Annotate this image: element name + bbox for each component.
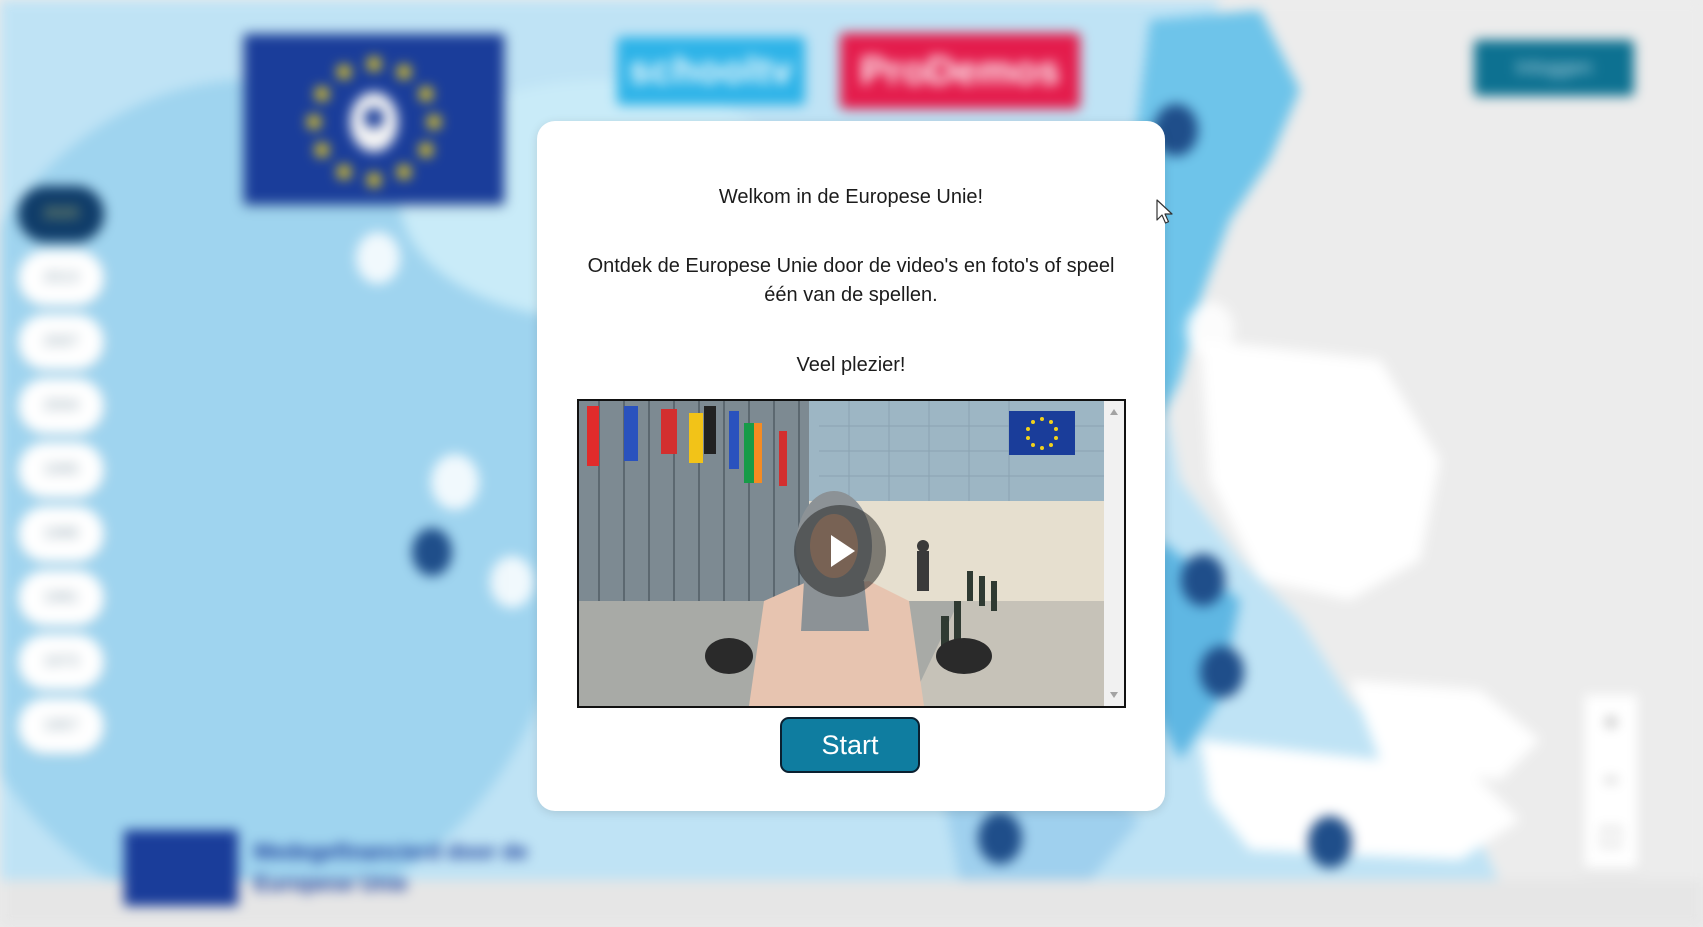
year-button[interactable]: 2013: [18, 250, 104, 306]
prodemos-logo: ProDemos: [840, 33, 1080, 109]
video-scrollbar[interactable]: [1104, 401, 1124, 706]
eu-logo-flag: [244, 34, 504, 204]
welcome-dialog: Welkom in de Europese Unie! Ontdek de Eu…: [537, 121, 1165, 811]
zoom-in-button[interactable]: +: [1583, 694, 1639, 752]
year-button[interactable]: 2004: [18, 378, 104, 434]
year-button[interactable]: 2007: [18, 314, 104, 370]
year-button[interactable]: 1995: [18, 442, 104, 498]
closing-text: Veel plezier!: [796, 354, 906, 376]
fullscreen-button[interactable]: ⛶: [1583, 810, 1639, 868]
zoom-out-button[interactable]: −: [1583, 752, 1639, 810]
year-timeline: 2020 2013 2007 2004 1995 1986 1981 1973 …: [18, 186, 106, 762]
map-zoom-controls: + − ⛶: [1583, 694, 1639, 870]
year-button[interactable]: 2020: [18, 186, 104, 242]
year-button[interactable]: 1973: [18, 634, 104, 690]
scroll-down-icon[interactable]: [1110, 692, 1118, 698]
year-button[interactable]: 1986: [18, 506, 104, 562]
scroll-up-icon[interactable]: [1110, 409, 1118, 415]
cofunded-text: Medegefinancierd door de Europese Unie: [254, 839, 528, 896]
start-button[interactable]: Start: [780, 717, 920, 773]
app-screen: schooltv ProDemos Inloggen 2020 2013 200…: [0, 0, 1703, 927]
intro-text: Ontdek de Europese Unie door de video's …: [587, 255, 1115, 306]
play-icon: [831, 535, 855, 567]
schooltv-logo: schooltv: [617, 37, 805, 105]
eu-flag-icon: [124, 830, 238, 906]
eu-cofunded-banner: Medegefinancierd door de Europese Unie: [124, 830, 544, 908]
play-button[interactable]: [794, 505, 886, 597]
intro-video[interactable]: [577, 399, 1126, 708]
login-button[interactable]: Inloggen: [1474, 40, 1634, 96]
cursor-icon: [1156, 199, 1173, 224]
eu-stars-icon: [307, 57, 441, 187]
year-button[interactable]: 1981: [18, 570, 104, 626]
welcome-heading: Welkom in de Europese Unie!: [718, 186, 984, 208]
year-button[interactable]: 1957: [18, 698, 104, 754]
